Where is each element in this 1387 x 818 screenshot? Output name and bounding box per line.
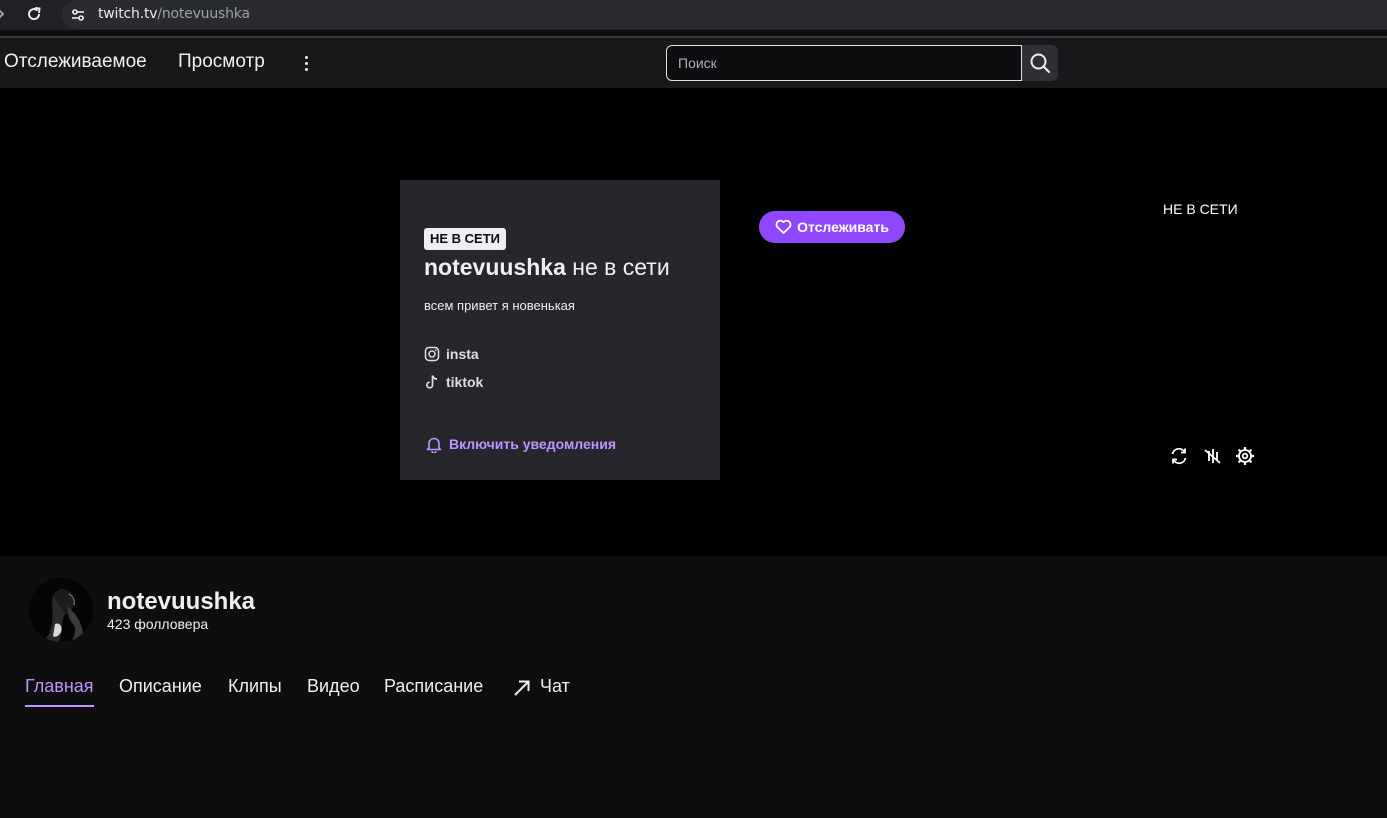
tab-label: Чат — [540, 676, 570, 696]
tab-chat[interactable]: Чат — [512, 676, 570, 706]
browser-toolbar: twitch.tv/notevuushka — [0, 0, 1387, 30]
refresh-icon[interactable] — [1168, 445, 1190, 467]
offline-channel-name[interactable]: notevuushka — [424, 254, 566, 280]
avatar[interactable] — [29, 578, 93, 642]
settings-gear-icon[interactable] — [1234, 445, 1256, 467]
search-button[interactable] — [1022, 45, 1058, 81]
reload-icon[interactable] — [26, 4, 44, 24]
search-icon — [1030, 53, 1051, 74]
tab-about[interactable]: Описание — [119, 676, 202, 706]
more-options-icon[interactable] — [296, 51, 316, 75]
offline-badge: НЕ В СЕТИ — [424, 228, 507, 250]
tab-clips[interactable]: Клипы — [228, 676, 282, 706]
heart-icon — [775, 219, 792, 234]
nav-browse-link[interactable]: Просмотр — [178, 51, 265, 73]
channel-tabs: Главная Описание Клипы Видео Расписание … — [0, 674, 1387, 708]
channel-info-section: notevuushka 423 фолловера Главная Описан… — [0, 556, 1387, 818]
channel-description: всем привет я новенькая — [424, 298, 575, 313]
follow-label: Отслеживать — [797, 219, 889, 235]
follower-count: 423 фолловера — [107, 616, 209, 632]
channel-name[interactable]: notevuushka — [107, 588, 255, 616]
site-settings-icon[interactable] — [70, 7, 86, 23]
video-player[interactable]: НЕ В СЕТИ notevuushka не в сети всем при… — [0, 88, 1387, 556]
tab-label: Главная — [25, 676, 94, 696]
offline-info-card: НЕ В СЕТИ notevuushka не в сети всем при… — [400, 180, 720, 480]
url-path: /notevuushka — [157, 6, 250, 22]
tab-schedule[interactable]: Расписание — [384, 676, 483, 706]
tab-videos[interactable]: Видео — [307, 676, 360, 706]
external-arrow-icon — [514, 680, 530, 696]
search-input[interactable] — [667, 46, 1021, 80]
search-box — [666, 45, 1022, 81]
social-link-insta[interactable]: insta — [424, 344, 479, 364]
tiktok-icon — [426, 375, 438, 389]
active-tab-indicator — [25, 705, 94, 707]
offline-title: notevuushka не в сети — [424, 254, 670, 281]
enable-notifications-button[interactable]: Включить уведомления — [426, 434, 616, 454]
forward-icon[interactable] — [0, 7, 8, 23]
top-navigation: Отслеживаемое Просмотр — [0, 38, 1387, 88]
instagram-icon — [424, 346, 440, 362]
url-text: twitch.tv/notevuushka — [98, 6, 250, 22]
bell-icon — [426, 437, 442, 453]
url-host: twitch.tv — [98, 6, 158, 22]
stream-status-label: НЕ В СЕТИ — [1163, 201, 1238, 217]
social-label: insta — [446, 346, 479, 362]
notify-label: Включить уведомления — [449, 436, 617, 452]
nav-following-link[interactable]: Отслеживаемое — [4, 51, 147, 73]
low-latency-off-icon[interactable] — [1202, 445, 1224, 467]
social-label: tiktok — [446, 374, 484, 390]
follow-button[interactable]: Отслеживать — [759, 211, 905, 243]
offline-status-text: не в сети — [565, 254, 670, 280]
tab-home[interactable]: Главная — [25, 676, 94, 707]
social-link-tiktok[interactable]: tiktok — [424, 372, 483, 392]
address-bar[interactable]: twitch.tv/notevuushka — [62, 0, 1387, 29]
